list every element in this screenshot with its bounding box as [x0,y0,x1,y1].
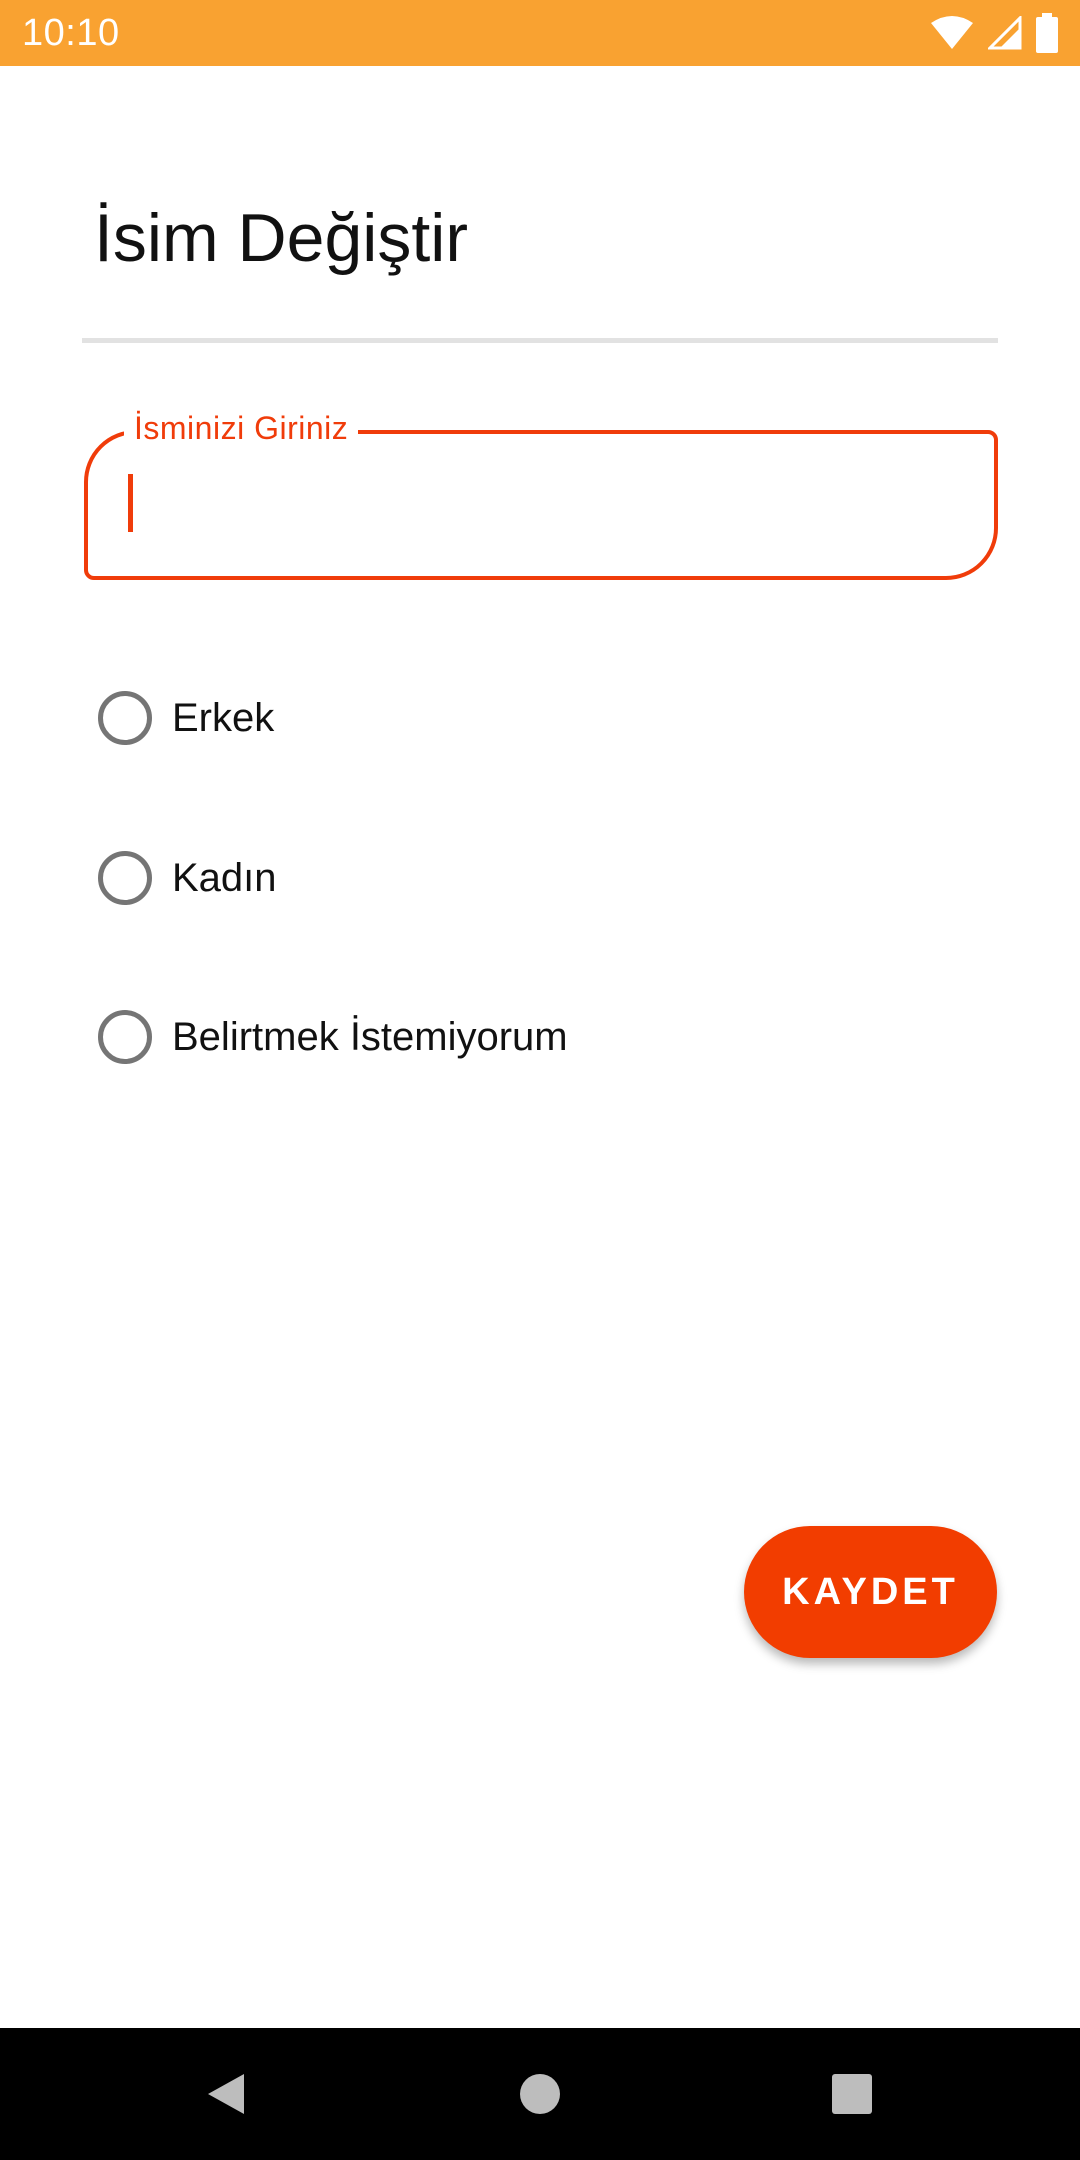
back-icon[interactable] [204,2072,248,2116]
radio-button-icon[interactable] [98,1010,152,1064]
name-field-label: İsminizi Giriniz [124,408,359,448]
radio-option-erkek[interactable]: Erkek [98,688,274,748]
name-input[interactable] [124,472,944,536]
navigation-bar [0,2028,1080,2160]
recents-icon[interactable] [830,2072,874,2116]
page-title: İsim Değiştir [94,200,469,276]
status-icons [930,13,1058,53]
name-field[interactable]: İsminizi Giriniz [84,408,998,580]
cellular-signal-icon [988,16,1022,50]
battery-icon [1036,13,1058,53]
radio-option-kadin[interactable]: Kadın [98,848,277,908]
radio-button-icon[interactable] [98,691,152,745]
content-area: İsim Değiştir İsminizi Giriniz Erkek Kad… [0,66,1080,2028]
radio-option-belirtmek-istemiyorum[interactable]: Belirtmek İstemiyorum [98,1007,568,1067]
wifi-icon [931,16,973,49]
radio-label: Kadın [172,856,277,900]
save-button[interactable]: KAYDET [744,1526,997,1658]
status-bar: 10:10 [0,0,1080,66]
radio-label: Erkek [172,696,275,740]
status-time: 10:10 [22,11,120,54]
save-button-label: KAYDET [782,1570,959,1613]
title-divider [82,338,998,343]
home-icon[interactable] [518,2072,562,2116]
radio-button-icon[interactable] [98,851,152,905]
radio-label: Belirtmek İstemiyorum [172,1015,568,1059]
text-cursor [128,474,133,532]
